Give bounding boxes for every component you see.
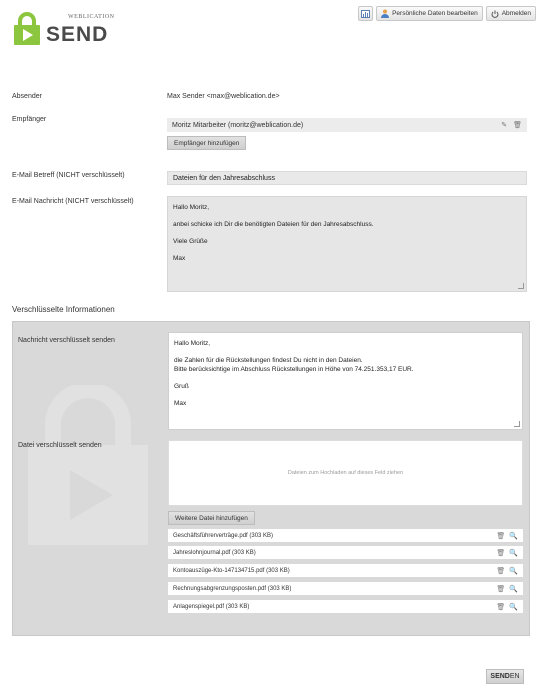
- resize-handle[interactable]: [514, 421, 520, 427]
- file-row: Rechnungsabgrenzungsposten.pdf (303 KB) …: [168, 582, 523, 595]
- sender-value: Max Sender <max@weblication.de>: [167, 93, 280, 100]
- file-name: Anlagenspiegel.pdf (303 KB): [173, 603, 250, 610]
- enc-message-line: Gruß: [174, 383, 189, 391]
- brand-small-label: WEBLICATION: [68, 14, 115, 20]
- send-label-bold: SEND: [490, 673, 510, 680]
- file-row: Geschäftsführerverträge.pdf (303 KB) 🗑 🔍: [168, 529, 523, 542]
- add-file-button[interactable]: Weitere Datei hinzufügen: [168, 511, 255, 525]
- stats-button[interactable]: [358, 6, 374, 21]
- resize-handle[interactable]: [518, 283, 524, 289]
- encrypted-file-label: Datei verschlüsselt senden: [18, 442, 102, 449]
- send-label-rest: EN: [509, 673, 520, 680]
- enc-message-line: Hallo Moritz,: [174, 340, 211, 347]
- chart-icon: [361, 9, 371, 18]
- enc-message-line: Max: [174, 400, 187, 408]
- message-line: Hallo Moritz,: [173, 204, 210, 211]
- file-name: Rechnungsabgrenzungsposten.pdf (303 KB): [173, 585, 292, 592]
- top-toolbar: Persönliche Daten bearbeiten Abmelden: [358, 6, 536, 21]
- magnifier-icon[interactable]: 🔍: [509, 549, 518, 557]
- message-label: E-Mail Nachricht (NICHT verschlüsselt): [12, 198, 134, 205]
- power-icon: [491, 10, 499, 18]
- edit-profile-label: Persönliche Daten bearbeiten: [392, 10, 478, 17]
- trash-icon[interactable]: 🗑: [496, 585, 505, 593]
- lock-watermark-icon: [28, 385, 148, 545]
- magnifier-icon[interactable]: 🔍: [509, 532, 518, 540]
- recipient-label: Empfänger: [12, 116, 47, 123]
- trash-icon[interactable]: 🗑: [513, 121, 522, 129]
- file-row: Jahreslohnjournal.pdf (303 KB) 🗑 🔍: [168, 546, 523, 559]
- logout-button[interactable]: Abmelden: [485, 6, 536, 21]
- add-recipient-button[interactable]: Empfänger hinzufügen: [167, 136, 247, 150]
- trash-icon[interactable]: 🗑: [496, 549, 505, 557]
- brand-product: SEND: [46, 23, 109, 46]
- subject-label: E-Mail Betreff (NICHT verschlüsselt): [12, 172, 125, 179]
- logout-label: Abmelden: [501, 10, 531, 17]
- message-line: Max: [173, 255, 186, 263]
- encrypted-message-label: Nachricht verschlüsselt senden: [18, 337, 115, 344]
- file-name: Kontoauszüge-Kto-147134715.pdf (303 KB): [173, 567, 290, 574]
- message-textarea[interactable]: Hallo Moritz, anbei schicke ich Dir die …: [167, 196, 527, 292]
- lock-play-icon: [14, 12, 40, 45]
- magnifier-icon[interactable]: 🔍: [509, 567, 518, 575]
- send-button[interactable]: SEND EN: [486, 669, 524, 684]
- file-row: Anlagenspiegel.pdf (303 KB) 🗑 🔍: [168, 600, 523, 613]
- sender-label: Absender: [12, 93, 42, 100]
- magnifier-icon[interactable]: 🔍: [509, 585, 518, 593]
- user-icon: [381, 9, 390, 18]
- enc-message-line: Bitte berücksichtige im Abschluss Rückst…: [174, 366, 414, 374]
- file-name: Geschäftsführerverträge.pdf (303 KB): [173, 532, 274, 539]
- magnifier-icon[interactable]: 🔍: [509, 603, 518, 611]
- edit-profile-button[interactable]: Persönliche Daten bearbeiten: [376, 6, 483, 21]
- trash-icon[interactable]: 🗑: [496, 603, 505, 611]
- trash-icon[interactable]: 🗑: [496, 532, 505, 540]
- trash-icon[interactable]: 🗑: [496, 567, 505, 575]
- enc-message-line: die Zahlen für die Rückstellungen findes…: [174, 357, 363, 365]
- file-row: Kontoauszüge-Kto-147134715.pdf (303 KB) …: [168, 564, 523, 577]
- message-line: anbei schicke ich Dir die benötigten Dat…: [173, 221, 374, 229]
- recipient-name: Moritz Mitarbeiter (moritz@weblication.d…: [172, 121, 304, 129]
- message-line: Viele Grüße: [173, 238, 208, 246]
- encrypted-section-title: Verschlüsselte Informationen: [12, 305, 115, 314]
- file-name: Jahreslohnjournal.pdf (303 KB): [173, 549, 256, 556]
- encrypted-message-textarea[interactable]: Hallo Moritz, die Zahlen für die Rückste…: [168, 332, 523, 430]
- edit-icon[interactable]: ✎: [501, 121, 507, 129]
- subject-input[interactable]: Dateien für den Jahresabschluss: [167, 171, 527, 185]
- recipient-row: Moritz Mitarbeiter (moritz@weblication.d…: [167, 118, 527, 132]
- file-dropzone[interactable]: Dateien zum Hochladen auf dieses Feld zi…: [168, 440, 523, 506]
